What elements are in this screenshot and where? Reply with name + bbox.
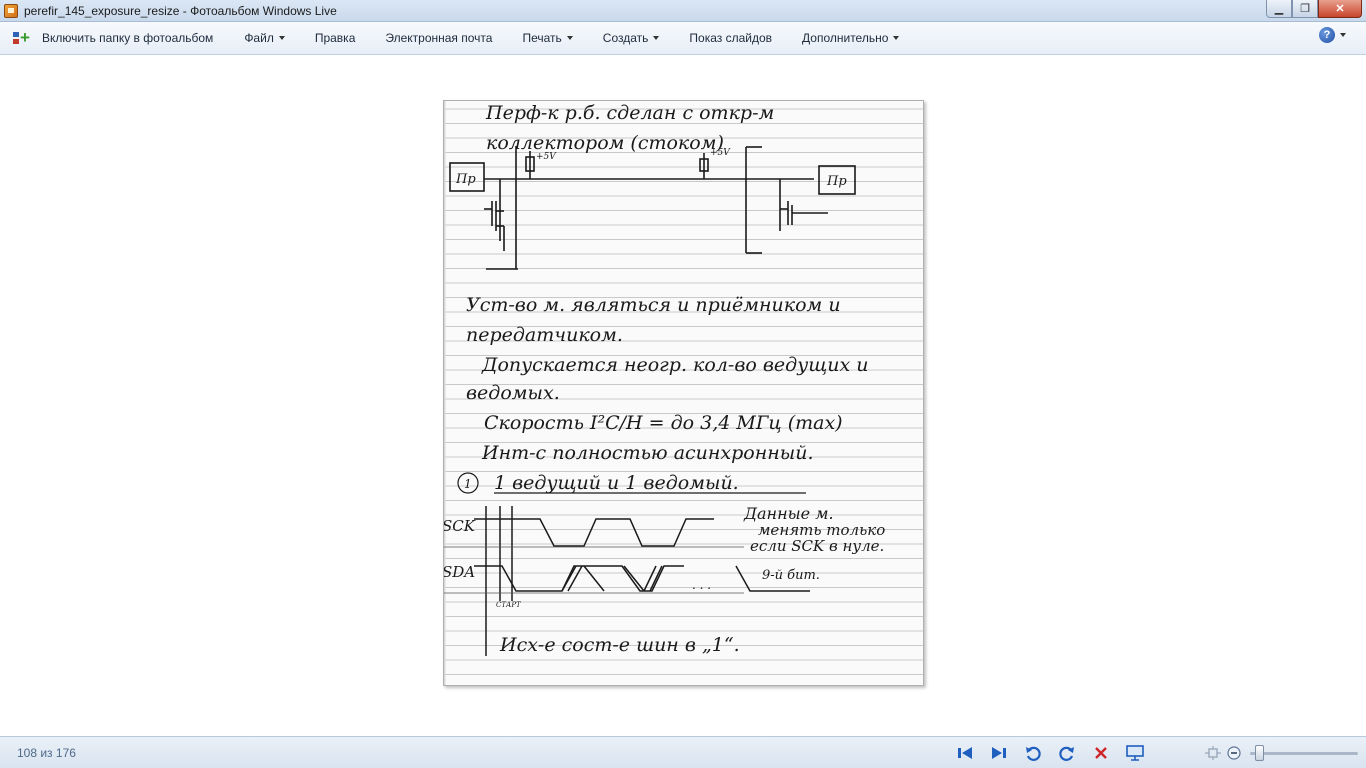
zoom-slider-thumb[interactable]	[1254, 744, 1264, 761]
title-bar: perefir_145_exposure_resize - Фотоальбом…	[0, 0, 1366, 22]
open-collector-schematic	[449, 146, 856, 270]
note-text-2: передатчиком.	[466, 324, 623, 346]
zoom-out-button[interactable]	[1224, 742, 1244, 764]
close-button[interactable]: ✕	[1318, 0, 1362, 18]
menu-print-label: Печать	[522, 31, 562, 45]
next-button[interactable]	[982, 742, 1016, 764]
previous-icon	[958, 747, 972, 759]
actual-size-button[interactable]	[1202, 742, 1224, 764]
note-text-1: Уст-во м. являться и приёмником и	[466, 294, 841, 316]
photo-gallery-app-icon	[4, 3, 18, 18]
delete-icon	[1095, 747, 1107, 759]
window-title: perefir_145_exposure_resize - Фотоальбом…	[24, 3, 337, 18]
photo-counter: 108 из 176	[17, 746, 76, 760]
menu-email-label: Электронная почта	[385, 31, 493, 45]
label-5v-2: +5V	[710, 148, 731, 158]
menu-file-label: Файл	[244, 31, 274, 45]
window-controls: ▁ ❐ ✕	[1266, 0, 1362, 18]
zoom-out-icon	[1227, 746, 1241, 760]
menu-edit-label: Правка	[314, 31, 356, 45]
menu-create-label: Создать	[602, 31, 649, 45]
note-text-6: Инт-с полностью асинхронный.	[481, 442, 814, 464]
delete-button[interactable]	[1084, 742, 1118, 764]
status-bar: 108 из 176	[0, 736, 1366, 768]
menu-slideshow-label: Показ слайдов	[689, 31, 773, 45]
menu-file[interactable]: Файл	[229, 22, 300, 55]
label-start: СТАРТ	[496, 601, 522, 609]
rotate-left-button[interactable]	[1016, 742, 1050, 764]
include-folder-label: Включить папку в фотоальбом	[42, 31, 214, 45]
note-text-5: Скорость I²C/H = до 3,4 МГц (max)	[484, 412, 843, 434]
note-line-1: Перф-к р.б. сделан с откр-м	[485, 102, 774, 124]
menu-email[interactable]: Электронная почта	[370, 22, 507, 55]
maximize-icon: ❐	[1300, 3, 1310, 15]
menu-extra[interactable]: Дополнительно	[787, 22, 914, 55]
note-bit9: 9-й бит.	[762, 568, 820, 583]
close-icon: ✕	[1335, 3, 1345, 15]
label-sda: SDA	[444, 563, 475, 581]
note-line-2: коллектором (стоком)	[486, 132, 724, 154]
note-text-3: Допускается неогр. кол-во ведущих и	[481, 354, 868, 376]
chevron-down-icon	[653, 36, 660, 40]
include-folder-button[interactable]: + Включить папку в фотоальбом	[0, 22, 229, 55]
help-icon: ?	[1319, 27, 1335, 43]
include-folder-icon: +	[12, 29, 34, 46]
navigation-toolbar	[948, 742, 1152, 764]
note-text-4: ведомых.	[466, 382, 560, 404]
rotate-right-icon	[1059, 746, 1074, 761]
menu-edit[interactable]: Правка	[300, 22, 371, 55]
label-dots: . . .	[692, 578, 711, 592]
label-5v-1: +5V	[536, 152, 557, 162]
slideshow-icon	[1126, 745, 1144, 761]
note-bottom: Исх-е сост-е шин в „1“.	[499, 634, 740, 656]
chevron-down-icon	[278, 36, 285, 40]
chevron-down-icon	[893, 36, 900, 40]
label-pr-right: Пр	[826, 174, 847, 189]
command-bar: + Включить папку в фотоальбом Файл Правк…	[0, 22, 1366, 55]
rotate-left-icon	[1026, 746, 1041, 761]
note-data-3: если SCK в нуле.	[750, 537, 884, 555]
note-text-7: 1 ведущий и 1 ведомый.	[494, 472, 739, 494]
menu-extra-label: Дополнительно	[802, 31, 889, 45]
zoom-control	[1202, 742, 1366, 764]
photo-image[interactable]: Перф-к р.б. сделан с откр-м коллектором …	[443, 100, 924, 686]
zoom-slider[interactable]	[1250, 744, 1358, 761]
minimize-icon: ▁	[1274, 3, 1284, 15]
label-pr-left: Пр	[455, 172, 476, 187]
actual-size-icon	[1205, 746, 1221, 760]
label-sck: SCK	[444, 517, 476, 535]
photo-viewer: Перф-к р.б. сделан с откр-м коллектором …	[0, 56, 1366, 736]
chevron-down-icon	[1340, 33, 1346, 37]
minimize-button[interactable]: ▁	[1266, 0, 1292, 18]
next-icon	[992, 747, 1006, 759]
note-item-number: 1	[464, 477, 472, 491]
menu-create[interactable]: Создать	[588, 22, 675, 55]
chevron-down-icon	[566, 36, 573, 40]
menu-slideshow[interactable]: Показ слайдов	[674, 22, 787, 55]
rotate-right-button[interactable]	[1050, 742, 1084, 764]
previous-button[interactable]	[948, 742, 982, 764]
slideshow-button[interactable]	[1118, 742, 1152, 764]
help-button[interactable]: ?	[1319, 27, 1346, 43]
maximize-button[interactable]: ❐	[1292, 0, 1318, 18]
menu-print[interactable]: Печать	[507, 22, 587, 55]
